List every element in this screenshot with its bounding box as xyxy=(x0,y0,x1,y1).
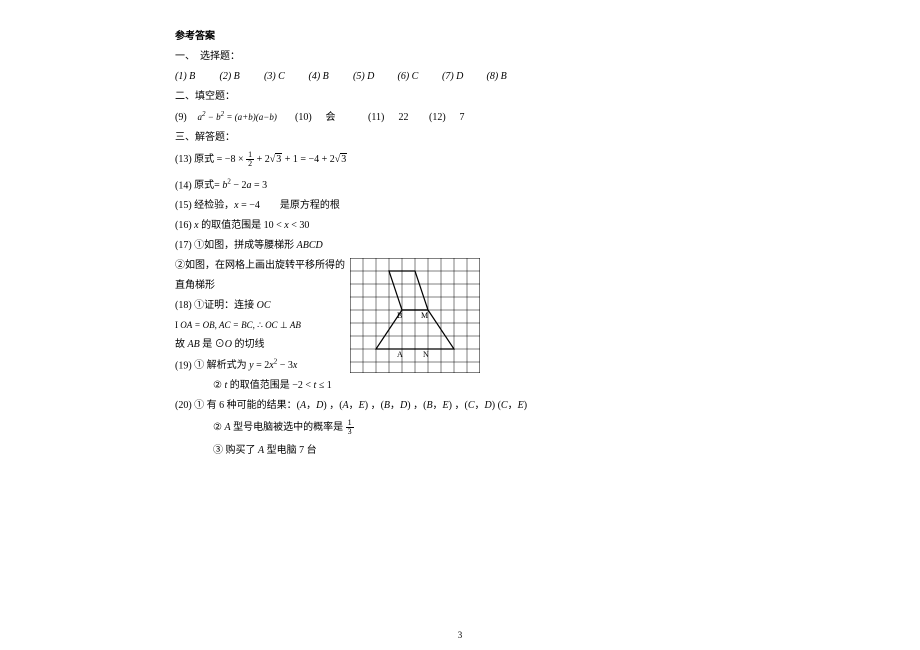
q13-prefix: 原式 xyxy=(194,154,214,165)
q9-label: (9) xyxy=(175,111,195,125)
q20-p3: ③ 购买了 A 型电脑 7 台 xyxy=(175,444,920,458)
mc-1: (1) B xyxy=(175,70,217,84)
label-B: B xyxy=(397,311,402,320)
sqrt-icon: 3 xyxy=(270,153,283,167)
grid-figure: B M A N xyxy=(350,258,480,376)
label-A: A xyxy=(397,350,403,359)
q18-p3: 故 AB 是 ⊙O 的切线 xyxy=(175,338,920,352)
multiple-choice-row: (1) B (2) B (3) C (4) B (5) D (6) C (7) … xyxy=(175,70,920,84)
label-M: M xyxy=(421,311,428,320)
frac-half-icon: 1 2 xyxy=(246,151,254,168)
q9-expr: a2 − b2 = (a+b)(a−b) xyxy=(198,110,293,124)
q18-p2: I OA = OB, AC = BC, ∴ OC ⊥ AB xyxy=(175,319,920,332)
q15-line: (15) 经检验，x = −4 是原方程的根 xyxy=(175,199,920,213)
q13-line: (13) 原式 = −8 × 1 2 + 23 + 1 = −4 + 23 xyxy=(175,151,920,168)
q13-mid: + 2 xyxy=(257,154,270,165)
mc-4: (4) B xyxy=(309,70,351,84)
q10-ans: 会 xyxy=(326,111,366,125)
q13-eq1: = −8 × xyxy=(217,154,244,165)
label-N: N xyxy=(423,350,429,359)
q14-line: (14) 原式= b2 − 2a = 3 xyxy=(175,178,920,193)
q11-ans: 22 xyxy=(399,111,427,125)
q19-p1: (19) ① 解析式为 y = 2x2 − 3x xyxy=(175,358,920,373)
q17-p2: ②如图，在网格上画出旋转平移所得的 xyxy=(175,259,920,273)
trapezoid-grid-icon: B M A N xyxy=(350,258,480,373)
mc-6: (6) C xyxy=(398,70,440,84)
q19-p2: ② t 的取值范围是 −2 < t ≤ 1 xyxy=(175,379,920,393)
mc-7: (7) D xyxy=(442,70,484,84)
page-number: 3 xyxy=(458,630,463,640)
q13-label: (13) xyxy=(175,154,192,165)
section-3-heading: 三、解答题： xyxy=(175,131,920,145)
q16-line: (16) x 的取值范围是 10 < x < 30 xyxy=(175,219,920,233)
mc-5: (5) D xyxy=(353,70,395,84)
frac-third-icon: 1 3 xyxy=(346,419,354,436)
q18-p1: (18) ①证明：连接 OC xyxy=(175,299,920,313)
q11-label: (11) xyxy=(368,111,396,125)
q17-p1: (17) ①如图，拼成等腰梯形 ABCD xyxy=(175,239,920,253)
q20-p1: (20) ① 有 6 种可能的结果：(A，D) ，(A，E) ，(B，D) ，(… xyxy=(175,399,920,413)
section-1-heading: 一、 选择题： xyxy=(175,50,920,64)
fill-blank-row: (9) a2 − b2 = (a+b)(a−b) (10) 会 (11) 22 … xyxy=(175,110,920,125)
section-2-heading: 二、填空题： xyxy=(175,90,920,104)
mc-8: (8) B xyxy=(487,70,529,84)
q17-p3: 直角梯形 xyxy=(175,279,920,293)
q20-p2: ② A 型号电脑被选中的概率是 1 3 xyxy=(175,419,920,436)
mc-2: (2) B xyxy=(220,70,262,84)
q12-ans: 7 xyxy=(460,111,465,125)
title: 参考答案 xyxy=(175,30,920,44)
q13-mid2: + 1 = −4 + 2 xyxy=(285,154,335,165)
sqrt-icon: 3 xyxy=(335,153,348,167)
q12-label: (12) xyxy=(429,111,457,125)
q10-label: (10) xyxy=(295,111,323,125)
mc-3: (3) C xyxy=(264,70,306,84)
